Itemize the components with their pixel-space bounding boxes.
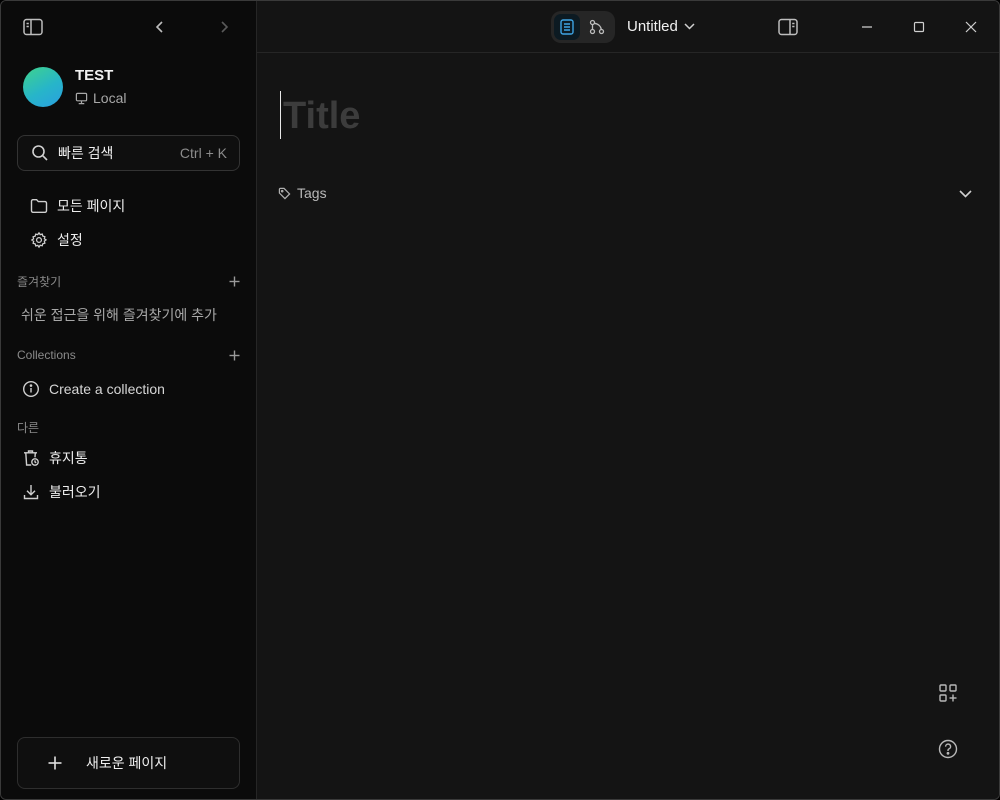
quick-search-button[interactable]: 빠른 검색 Ctrl + K xyxy=(17,135,240,171)
text-caret xyxy=(280,91,281,139)
plus-icon xyxy=(46,754,64,772)
sidebar-item-trash[interactable]: 휴지통 xyxy=(17,443,240,473)
new-page-button[interactable]: 새로운 페이지 xyxy=(17,737,240,789)
document-title: Untitled xyxy=(627,18,678,35)
sidebar-item-label: 불러오기 xyxy=(49,484,101,500)
workspace-type: Local xyxy=(75,90,126,106)
sidebar-item-import[interactable]: 불러오기 xyxy=(17,477,240,507)
sidebar-item-label: 모든 페이지 xyxy=(57,198,126,214)
add-widget-grid-icon[interactable] xyxy=(938,683,958,703)
new-page-label: 새로운 페이지 xyxy=(86,755,168,771)
chevron-down-icon xyxy=(684,21,696,33)
sidebar-item-label: 설정 xyxy=(57,232,83,248)
monitor-icon xyxy=(75,92,88,105)
maximize-icon[interactable] xyxy=(909,17,929,37)
info-circle-icon xyxy=(21,379,41,399)
chevron-left-icon[interactable] xyxy=(151,17,169,37)
others-title: 다른 xyxy=(17,420,40,435)
trash-icon xyxy=(21,448,41,468)
document-title-menu[interactable]: Untitled xyxy=(627,18,696,35)
workspace-type-label: Local xyxy=(93,90,127,106)
create-collection-label: Create a collection xyxy=(49,381,165,397)
chevron-right-icon[interactable] xyxy=(215,17,233,37)
favorites-empty-hint: 쉬운 접근을 위해 즐겨찾기에 추가 xyxy=(21,307,217,323)
workspace-name: TEST xyxy=(75,67,114,84)
page-mode-button[interactable] xyxy=(554,14,580,40)
add-favorite-plus-icon[interactable] xyxy=(227,274,241,288)
app-window: TEST Local 빠른 검색 Ctrl + K 모든 페이지 설정 즐겨찾기… xyxy=(0,0,1000,800)
download-icon xyxy=(21,482,41,502)
create-collection-button[interactable]: Create a collection xyxy=(17,374,240,404)
minimize-icon[interactable] xyxy=(857,17,877,37)
gear-icon xyxy=(29,230,49,250)
document-header: Untitled xyxy=(257,1,999,53)
tags-row[interactable]: Tags xyxy=(277,185,327,201)
sidebar-toggle-icon[interactable] xyxy=(21,16,45,38)
favorites-title: 즐겨찾기 xyxy=(17,274,62,289)
editor-mode-switch xyxy=(551,11,615,43)
editor-canvas[interactable]: Tags xyxy=(257,53,999,799)
quick-search-shortcut: Ctrl + K xyxy=(179,145,227,161)
quick-search-label: 빠른 검색 xyxy=(58,145,114,161)
folder-icon xyxy=(29,196,49,216)
edgeless-graph-icon xyxy=(589,19,605,35)
close-icon[interactable] xyxy=(961,17,981,37)
page-document-icon xyxy=(560,19,574,35)
workspace-avatar xyxy=(23,67,63,107)
favorites-section-header: 즐겨찾기 xyxy=(17,272,245,290)
sidebar-item-settings[interactable]: 설정 xyxy=(17,225,240,255)
collections-section-header: Collections xyxy=(17,346,245,364)
others-section-header: 다른 xyxy=(17,418,245,436)
tag-icon xyxy=(277,186,291,200)
edgeless-mode-button[interactable] xyxy=(584,14,610,40)
sidebar: TEST Local 빠른 검색 Ctrl + K 모든 페이지 설정 즐겨찾기… xyxy=(1,1,257,799)
search-icon xyxy=(30,143,50,163)
sidebar-header xyxy=(1,1,256,53)
sidebar-item-all-pages[interactable]: 모든 페이지 xyxy=(17,191,240,221)
help-question-icon[interactable] xyxy=(938,739,958,759)
main-area: Untitled Title Tags xyxy=(257,1,999,799)
chevron-down-icon[interactable] xyxy=(957,186,973,202)
right-sidebar-toggle-icon[interactable] xyxy=(777,16,799,38)
sidebar-item-label: 휴지통 xyxy=(49,450,88,466)
title-input[interactable] xyxy=(283,93,883,139)
workspace-switcher[interactable]: TEST Local xyxy=(23,65,243,109)
tags-label: Tags xyxy=(297,185,327,201)
collections-title: Collections xyxy=(17,348,76,362)
add-collection-plus-icon[interactable] xyxy=(227,348,241,362)
